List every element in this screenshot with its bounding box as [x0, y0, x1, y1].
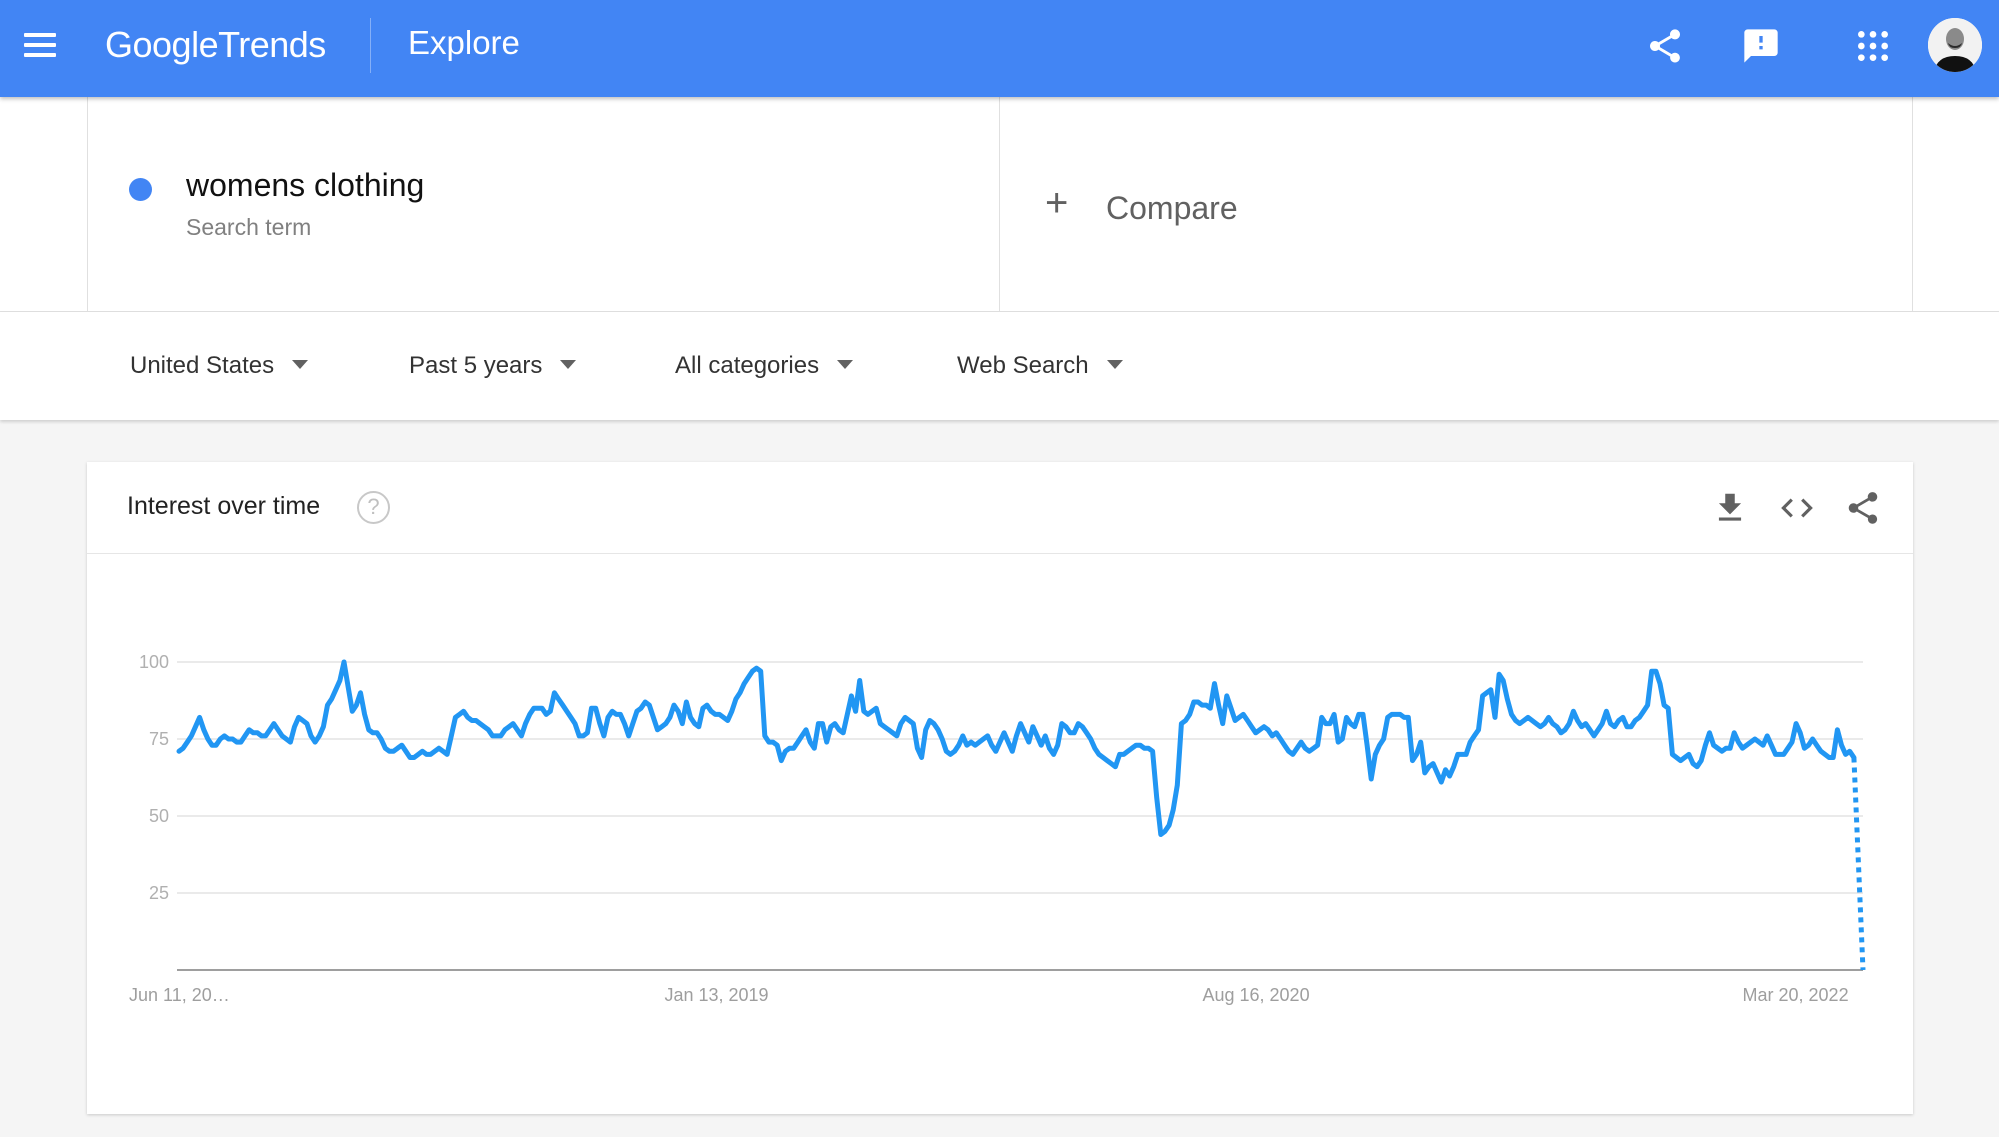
filter-category[interactable]: All categories [675, 352, 854, 380]
google-trends-logo[interactable]: GoogleTrends [105, 24, 326, 66]
page-title: Explore [408, 24, 520, 61]
series-line-womens-clothing[interactable] [176, 659, 1857, 837]
account-avatar[interactable] [1928, 18, 1982, 72]
interest-line-chart[interactable]: 25 50 75 100 Jun 11, 20… Jan 13, 2019 Aug 16,… [87, 462, 1913, 1114]
compare-label: Compare [1106, 190, 1238, 226]
filters-bar: United States Past 5 years All categorie… [0, 312, 1999, 420]
series-partial-segment [1851, 757, 1866, 971]
caret-down-icon [292, 360, 309, 370]
caret-down-icon [837, 360, 854, 370]
caret-down-icon [560, 360, 577, 370]
filter-time-label: Past 5 years [409, 352, 543, 379]
interest-over-time-card: Interest over time ? 25 50 75 100 Jun 11, 2… [87, 462, 1913, 1114]
share-icon[interactable] [1645, 26, 1685, 66]
plus-icon: + [1045, 181, 1069, 225]
feedback-icon[interactable] [1741, 26, 1781, 66]
y-tick-label: 75 [149, 729, 169, 749]
apps-grid-icon[interactable] [1853, 26, 1893, 66]
filter-location[interactable]: United States [130, 352, 309, 380]
filter-search-type-label: Web Search [957, 352, 1089, 379]
x-tick-label: Aug 16, 2020 [1202, 985, 1309, 1005]
y-tick-label: 100 [139, 652, 169, 672]
x-tick-label: Jan 13, 2019 [664, 985, 768, 1005]
search-term-name[interactable]: womens clothing [186, 167, 424, 204]
x-tick-label: Jun 11, 20… [129, 985, 230, 1005]
y-tick-label: 50 [149, 806, 169, 826]
logo-trends-text: Trends [218, 24, 326, 65]
filter-location-label: United States [130, 352, 275, 379]
filter-category-label: All categories [675, 352, 820, 379]
menu-icon[interactable] [24, 33, 56, 63]
y-tick-label: 25 [149, 883, 169, 903]
term-color-dot [129, 178, 152, 201]
avatar-photo-icon [1928, 18, 1982, 72]
top-app-bar: GoogleTrends Explore [0, 0, 1999, 97]
search-term-card[interactable]: womens clothing Search term [87, 97, 1000, 312]
compare-button[interactable]: + Compare [1000, 97, 1913, 312]
logo-google-text: Google [105, 24, 219, 65]
search-terms-section: womens clothing Search term + Compare [0, 97, 1999, 312]
search-term-type: Search term [186, 214, 312, 240]
filter-search-type[interactable]: Web Search [957, 352, 1123, 380]
filter-time-range[interactable]: Past 5 years [409, 352, 577, 380]
x-tick-label: Mar 20, 2022 [1743, 985, 1849, 1005]
caret-down-icon [1106, 360, 1123, 370]
header-divider [370, 18, 371, 73]
